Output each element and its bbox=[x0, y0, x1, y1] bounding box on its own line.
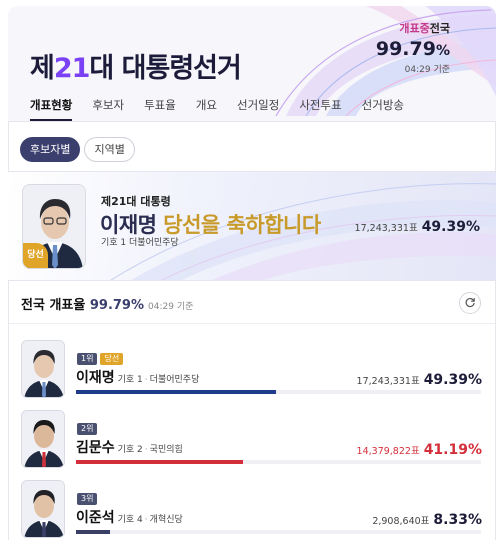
candidate-name-line: 김문수 기호 2 · 국민의힘 bbox=[76, 437, 183, 457]
winner-portrait: 당선 bbox=[22, 184, 86, 269]
tab-count-status[interactable]: 개표현황 bbox=[30, 96, 73, 121]
candidate-name-line: 이준석 기호 4 · 개혁신당 bbox=[76, 507, 183, 527]
candidate-number: 기호 2 bbox=[117, 445, 143, 455]
counting-percent: 99.79% bbox=[375, 38, 450, 60]
banner-subtitle: 제21대 대통령 bbox=[101, 195, 171, 208]
candidate-votes: 14,379,822표 bbox=[356, 446, 420, 457]
vote-share-bar bbox=[76, 460, 243, 464]
national-count-percent: 99.79% bbox=[89, 298, 145, 313]
section-divider bbox=[8, 323, 496, 324]
refresh-button[interactable] bbox=[459, 292, 481, 314]
tab-schedule[interactable]: 선거일정 bbox=[237, 96, 279, 121]
filter-by-candidate[interactable]: 후보자별 bbox=[20, 137, 81, 162]
winner-banner: 당선 제21대 대통령 이재명 당선을 축하합니다 기호 1 더불어민주당 17… bbox=[8, 171, 496, 281]
rank-badge: 1위 bbox=[77, 353, 98, 365]
portrait-image bbox=[22, 341, 64, 397]
portrait-image bbox=[22, 411, 64, 467]
candidate-result: 14,379,822표 41.19% bbox=[357, 439, 482, 458]
elected-badge: 당선 bbox=[100, 353, 124, 365]
candidate-row[interactable]: 3위이준석 기호 4 · 개혁신당 2,908,640표 8.33% bbox=[8, 480, 496, 540]
candidate-number: 기호 4 bbox=[117, 515, 143, 525]
counting-time: 04:29 기준 bbox=[404, 65, 450, 75]
candidate-meta: 기호 4 · 개혁신당 bbox=[117, 515, 183, 525]
candidate-name: 이재명 bbox=[76, 370, 115, 386]
candidate-meta: 기호 2 · 국민의힘 bbox=[117, 445, 183, 455]
vote-share-bar bbox=[76, 390, 277, 394]
tab-candidates[interactable]: 후보자 bbox=[92, 96, 124, 121]
vote-share-track bbox=[76, 390, 481, 394]
rank-badge: 3위 bbox=[77, 493, 98, 505]
candidate-party: 국민의힘 bbox=[149, 445, 183, 455]
vote-share-bar bbox=[76, 530, 110, 534]
national-count-time: 04:29 기준 bbox=[148, 302, 194, 312]
rank-badges: 2위 bbox=[77, 423, 98, 435]
candidate-row[interactable]: 1위 당선이재명 기호 1 · 더불어민주당 17,243,331표 49.39% bbox=[8, 340, 496, 410]
winner-party-info: 기호 1 더불어민주당 bbox=[101, 238, 179, 248]
candidate-portrait bbox=[21, 410, 65, 468]
candidate-result: 17,243,331표 49.39% bbox=[357, 369, 482, 388]
refresh-icon bbox=[465, 297, 475, 308]
portrait-image bbox=[22, 481, 64, 537]
vote-share-track bbox=[76, 530, 481, 534]
winner-percent: 49.39% bbox=[421, 219, 480, 235]
page-title: 제21대 대통령선거 bbox=[30, 53, 242, 84]
winner-votes: 17,243,331표 bbox=[354, 223, 418, 234]
rank-badges: 1위 당선 bbox=[77, 353, 124, 365]
candidate-party: 개혁신당 bbox=[149, 515, 183, 525]
candidate-portrait bbox=[21, 340, 65, 398]
candidate-percent: 49.39% bbox=[423, 372, 482, 388]
winner-result: 17,243,331표 49.39% bbox=[355, 216, 480, 235]
tab-broadcast[interactable]: 선거방송 bbox=[362, 96, 404, 121]
national-count-title: 전국 개표율 99.79% 04:29 기준 bbox=[21, 298, 194, 313]
main-tabs: 개표현황 후보자 투표율 개요 선거일정 사전투표 선거방송 bbox=[8, 96, 496, 121]
filter-by-region[interactable]: 지역별 bbox=[84, 137, 135, 162]
candidate-percent: 41.19% bbox=[423, 442, 482, 458]
tab-early-voting[interactable]: 사전투표 bbox=[299, 96, 341, 121]
vote-share-track bbox=[76, 460, 481, 464]
candidate-name-line: 이재명 기호 1 · 더불어민주당 bbox=[76, 367, 199, 387]
rank-badge: 2위 bbox=[77, 423, 98, 435]
candidate-result: 2,908,640표 8.33% bbox=[372, 509, 482, 528]
candidate-party: 더불어민주당 bbox=[149, 375, 200, 385]
elected-badge: 당선 bbox=[23, 243, 48, 268]
candidate-number: 기호 1 bbox=[117, 375, 143, 385]
view-filter: 후보자별 지역별 bbox=[20, 137, 135, 162]
tab-turnout[interactable]: 투표율 bbox=[144, 96, 176, 121]
candidate-name: 이준석 bbox=[76, 510, 115, 526]
congrats-text: 당선을 축하합니다 bbox=[163, 213, 321, 237]
candidate-percent: 8.33% bbox=[433, 512, 482, 528]
counting-status: 개표중전국 99.79% 04:29 기준 bbox=[376, 20, 450, 75]
winner-name: 이재명 bbox=[100, 213, 157, 237]
rank-badges: 3위 bbox=[77, 493, 98, 505]
counting-label: 개표중전국 bbox=[399, 22, 450, 35]
candidate-row[interactable]: 2위김문수 기호 2 · 국민의힘 14,379,822표 41.19% bbox=[8, 410, 496, 480]
candidate-votes: 2,908,640표 bbox=[372, 516, 430, 527]
candidate-portrait bbox=[21, 480, 65, 538]
candidate-meta: 기호 1 · 더불어민주당 bbox=[117, 375, 200, 385]
candidate-name: 김문수 bbox=[76, 440, 115, 456]
tab-overview[interactable]: 개요 bbox=[196, 96, 217, 121]
candidate-votes: 17,243,331표 bbox=[356, 376, 420, 387]
